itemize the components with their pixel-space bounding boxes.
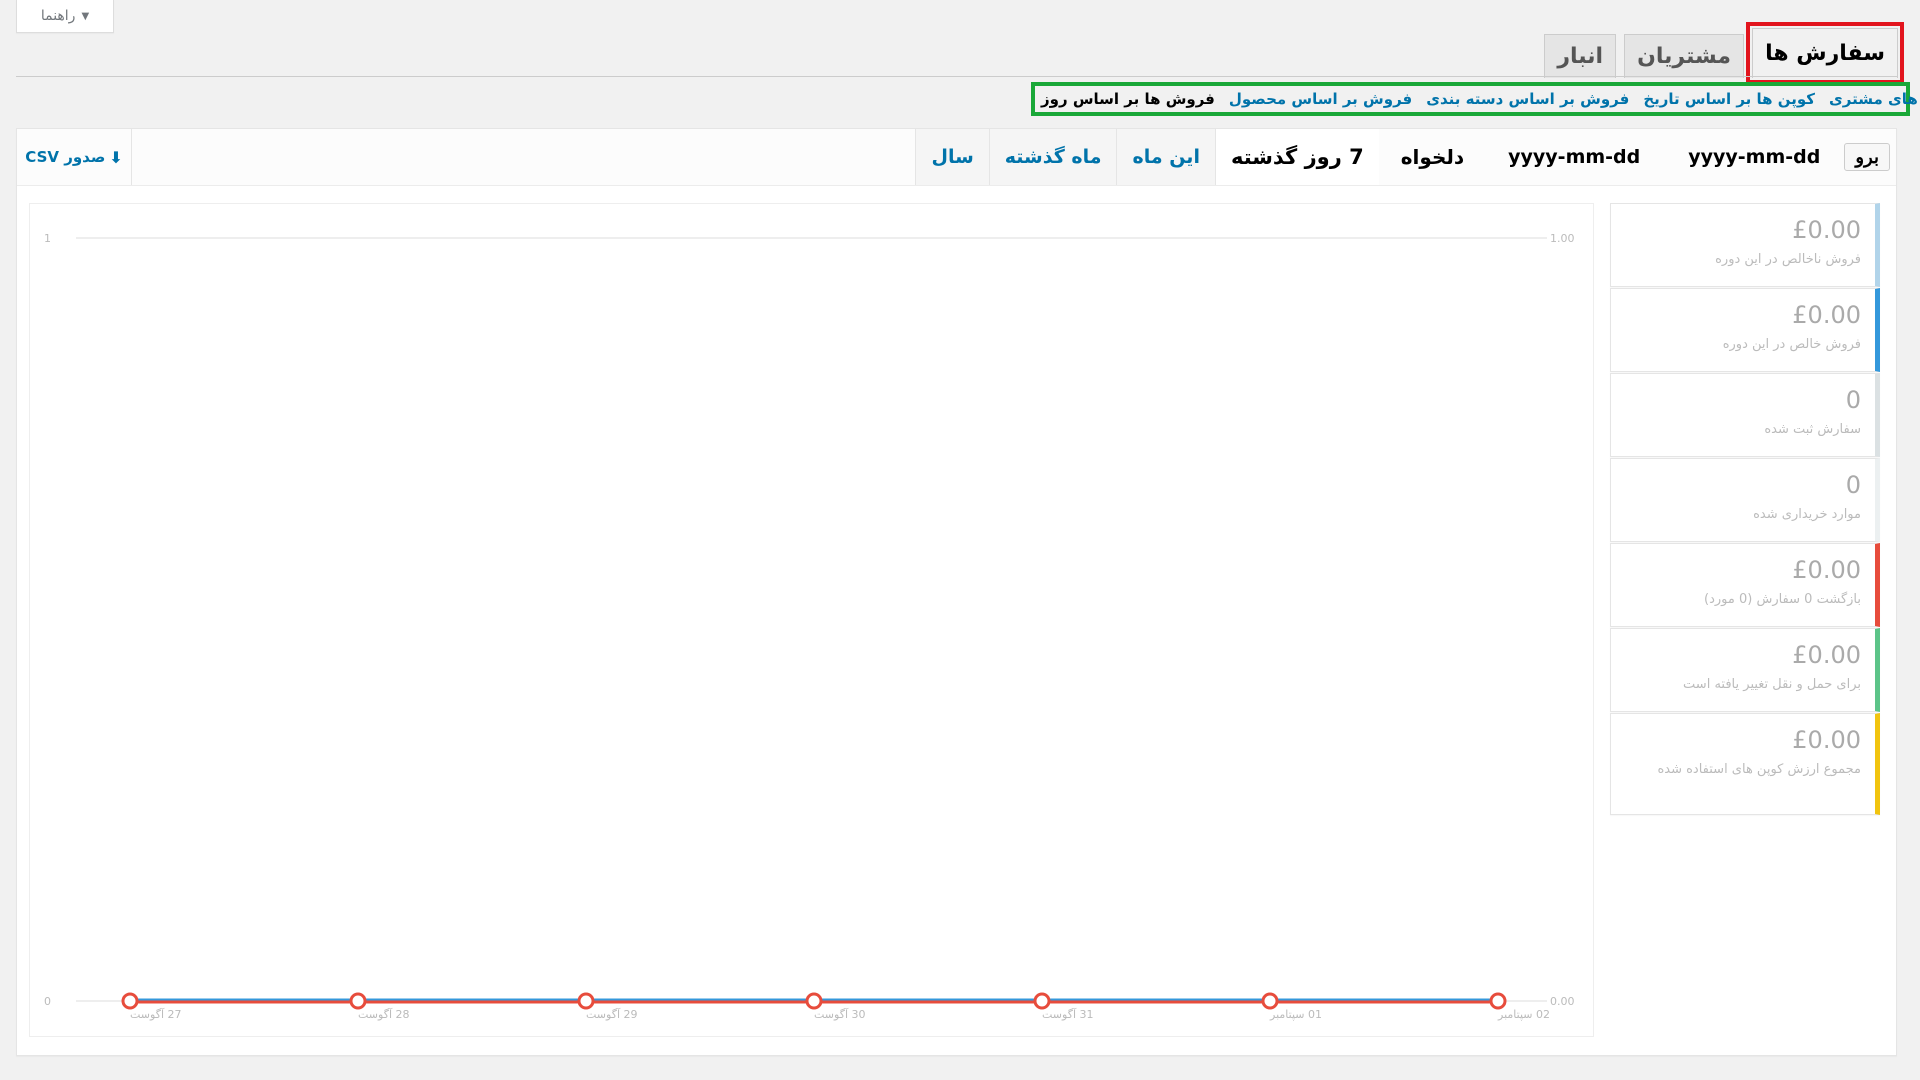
legend-refunds[interactable]: £0.00 بازگشت 0 سفارش (0 مورد) (1610, 543, 1880, 627)
legend-label: سفارش ثبت شده (1764, 422, 1861, 437)
data-point (1489, 992, 1507, 1010)
data-point (805, 992, 823, 1010)
export-csv-label: صدور CSV (25, 148, 106, 166)
chart-legend: £0.00 فروش ناخالص در این دوره £0.00 فروش… (1610, 203, 1880, 816)
legend-label: موارد خریداری شده (1753, 507, 1861, 522)
legend-gross-sales[interactable]: £0.00 فروش ناخالص در این دوره (1610, 203, 1880, 287)
x-axis-tick-label: 29 آگوست (586, 1007, 638, 1021)
report-subnav: فروش ها بر اساس روز فروش بر اساس محصول ف… (1031, 82, 1920, 116)
tab-orders[interactable]: سفارش ها (1746, 22, 1904, 84)
range-last-month[interactable]: ماه گذشته (988, 129, 1117, 185)
subnav-sales-by-category[interactable]: فروش بر اساس دسته بندی (1426, 90, 1629, 108)
export-csv-button[interactable]: ⬇ صدور CSV (17, 129, 132, 185)
range-custom[interactable]: دلخواه (1379, 129, 1484, 185)
x-axis-tick-label: 28 آگوست (358, 1007, 410, 1021)
data-point (349, 992, 367, 1010)
end-date-input[interactable]: yyyy-mm-dd (1664, 129, 1844, 185)
legend-label: فروش خالص در این دوره (1722, 337, 1861, 352)
help-tab-button[interactable]: راهنما ▼ (16, 0, 114, 33)
range-year[interactable]: سال (915, 129, 989, 185)
legend-value: £0.00 (1792, 556, 1861, 584)
legend-value: £0.00 (1792, 216, 1861, 244)
report-nav-tabs: سفارش ها مشتریان انبار (1544, 18, 1904, 84)
sales-chart: 0 1 0.00 1.00 27 آگوست 28 آگوست 29 آگوست 30 آگو… (29, 203, 1594, 1037)
report-panel: سال ماه گذشته این ماه 7 روز گذشته دلخواه… (16, 128, 1897, 1056)
data-point (1033, 992, 1051, 1010)
legend-coupons[interactable]: £0.00 مجموع ارزش کوپن های استفاده شده (1610, 713, 1880, 815)
data-point (577, 992, 595, 1010)
legend-orders-placed[interactable]: 0 سفارش ثبت شده (1610, 373, 1880, 457)
subnav-sales-by-product[interactable]: فروش بر اساس محصول (1229, 90, 1412, 108)
legend-net-sales[interactable]: £0.00 فروش خالص در این دوره (1610, 288, 1880, 372)
legend-value: 0 (1845, 386, 1861, 414)
go-button[interactable]: برو (1844, 143, 1890, 171)
legend-value: £0.00 (1792, 726, 1861, 754)
y-axis-left-tick-label: 1 (44, 232, 51, 245)
legend-value: £0.00 (1792, 301, 1861, 329)
range-list: سال ماه گذشته این ماه 7 روز گذشته دلخواه… (915, 129, 1896, 185)
x-axis-tick-label: 02 سپتامبر (1497, 1008, 1550, 1021)
x-axis-tick-label: 27 آگوست (130, 1007, 182, 1021)
legend-label: بازگشت 0 سفارش (0 مورد) (1704, 592, 1861, 607)
legend-shipping[interactable]: £0.00 برای حمل و نقل تغییر یافته است (1610, 628, 1880, 712)
x-axis-tick-label: 30 آگوست (814, 1007, 866, 1021)
subnav-coupons-by-date[interactable]: کوپن ها بر اساس تاریخ (1643, 90, 1815, 108)
start-date-input[interactable]: yyyy-mm-dd (1484, 129, 1664, 185)
help-label: راهنما (40, 8, 76, 24)
tab-customers[interactable]: مشتریان (1624, 34, 1745, 78)
legend-items-purchased[interactable]: 0 موارد خریداری شده (1610, 458, 1880, 542)
range-last-7-days[interactable]: 7 روز گذشته (1214, 129, 1379, 185)
sales-chart-svg: 0 1 0.00 1.00 27 آگوست 28 آگوست 29 آگوست 30 آگو… (44, 232, 1575, 1021)
date-range-bar: سال ماه گذشته این ماه 7 روز گذشته دلخواه… (17, 129, 1896, 186)
subnav-customer-downloads[interactable]: دانلود های مشتری (1829, 90, 1920, 108)
data-point (121, 992, 139, 1010)
legend-label: برای حمل و نقل تغییر یافته است (1683, 677, 1861, 692)
download-icon: ⬇ (109, 147, 123, 167)
subnav-sales-by-date[interactable]: فروش ها بر اساس روز (1041, 90, 1215, 108)
nav-divider (16, 76, 1898, 77)
y-axis-right-tick-label: 1.00 (1550, 232, 1575, 245)
y-axis-right-tick-label: 0.00 (1550, 995, 1575, 1008)
tab-stock[interactable]: انبار (1544, 34, 1617, 78)
data-point (1261, 992, 1279, 1010)
caret-down-icon: ▼ (81, 10, 90, 22)
legend-label: فروش ناخالص در این دوره (1715, 252, 1861, 267)
x-axis-tick-label: 31 آگوست (1042, 1007, 1094, 1021)
range-this-month[interactable]: این ماه (1116, 129, 1215, 185)
y-axis-left-tick-label: 0 (44, 995, 51, 1008)
x-axis-tick-label: 01 سپتامبر (1269, 1008, 1322, 1021)
legend-label: مجموع ارزش کوپن های استفاده شده (1657, 762, 1861, 777)
legend-value: £0.00 (1792, 641, 1861, 669)
legend-value: 0 (1845, 471, 1861, 499)
